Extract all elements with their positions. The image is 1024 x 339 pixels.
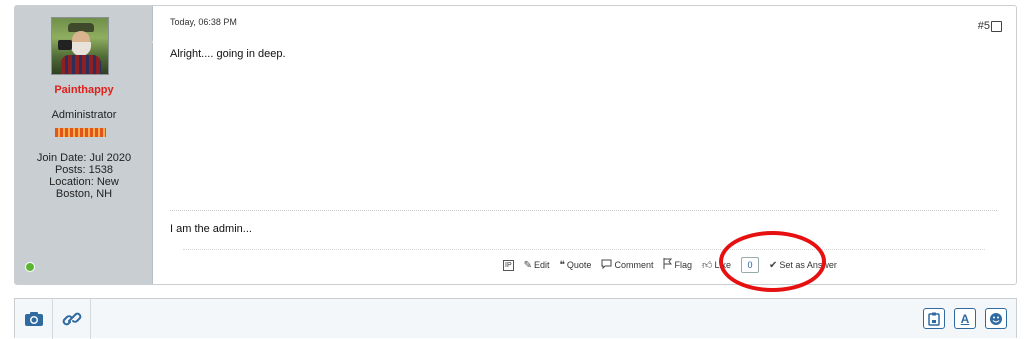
flag-label: Flag xyxy=(674,260,692,270)
user-title: Administrator xyxy=(51,109,117,121)
post-message: Alright.... going in deep. xyxy=(170,48,286,60)
location-line-2: Boston, NH xyxy=(55,188,113,200)
forum-post: Painthappy Administrator Join Date: Jul … xyxy=(14,5,1017,285)
annotation-circle xyxy=(719,231,826,292)
quote-button[interactable]: ❝ Quote xyxy=(560,260,592,271)
edit-label: Edit xyxy=(534,260,550,270)
comment-label: Comment xyxy=(614,260,654,270)
select-post-checkbox[interactable] xyxy=(991,21,1002,32)
reputation-bar xyxy=(55,128,106,137)
pencil-icon: ✎ xyxy=(523,259,533,271)
text-format-button[interactable]: A xyxy=(954,308,976,329)
insert-link-button[interactable] xyxy=(53,299,91,339)
username-link[interactable]: Painthappy xyxy=(15,84,153,96)
paste-icon xyxy=(928,312,940,326)
join-date: Join Date: Jul 2020 xyxy=(36,152,132,164)
thumbs-up-icon: 👍︎ xyxy=(701,260,713,271)
avatar[interactable] xyxy=(51,17,109,75)
signature-divider xyxy=(170,210,997,211)
post-count: Posts: 1538 xyxy=(54,164,114,176)
reply-editor-toolbar: A xyxy=(14,298,1017,339)
camera-button[interactable] xyxy=(15,299,53,339)
location-line-1: Location: New xyxy=(49,176,119,188)
flag-icon xyxy=(663,258,673,272)
user-info-panel: Painthappy Administrator Join Date: Jul … xyxy=(15,6,153,284)
flag-button[interactable]: Flag xyxy=(663,258,692,272)
edit-button[interactable]: ✎ Edit xyxy=(524,260,550,271)
user-stats: Join Date: Jul 2020 Posts: 1538 Location… xyxy=(15,152,153,200)
comment-icon xyxy=(601,259,612,272)
quote-label: Quote xyxy=(566,260,592,270)
quote-icon: ❝ xyxy=(559,259,565,271)
ip-button[interactable]: IP xyxy=(503,259,514,271)
link-icon xyxy=(62,312,81,326)
comment-button[interactable]: Comment xyxy=(601,259,653,272)
post-number-link[interactable]: #5 xyxy=(978,20,990,32)
text-format-icon: A xyxy=(960,311,970,326)
online-status-icon xyxy=(25,262,35,272)
actions-divider xyxy=(183,249,985,250)
paste-button[interactable] xyxy=(923,308,945,329)
signature: I am the admin... xyxy=(170,223,252,235)
post-date: Today, 06:38 PM xyxy=(170,17,237,27)
emoji-button[interactable] xyxy=(985,308,1007,329)
post-body: Today, 06:38 PM #5 Alright.... going in … xyxy=(153,6,1016,284)
emoji-icon xyxy=(990,312,1002,325)
camera-icon xyxy=(24,312,43,326)
